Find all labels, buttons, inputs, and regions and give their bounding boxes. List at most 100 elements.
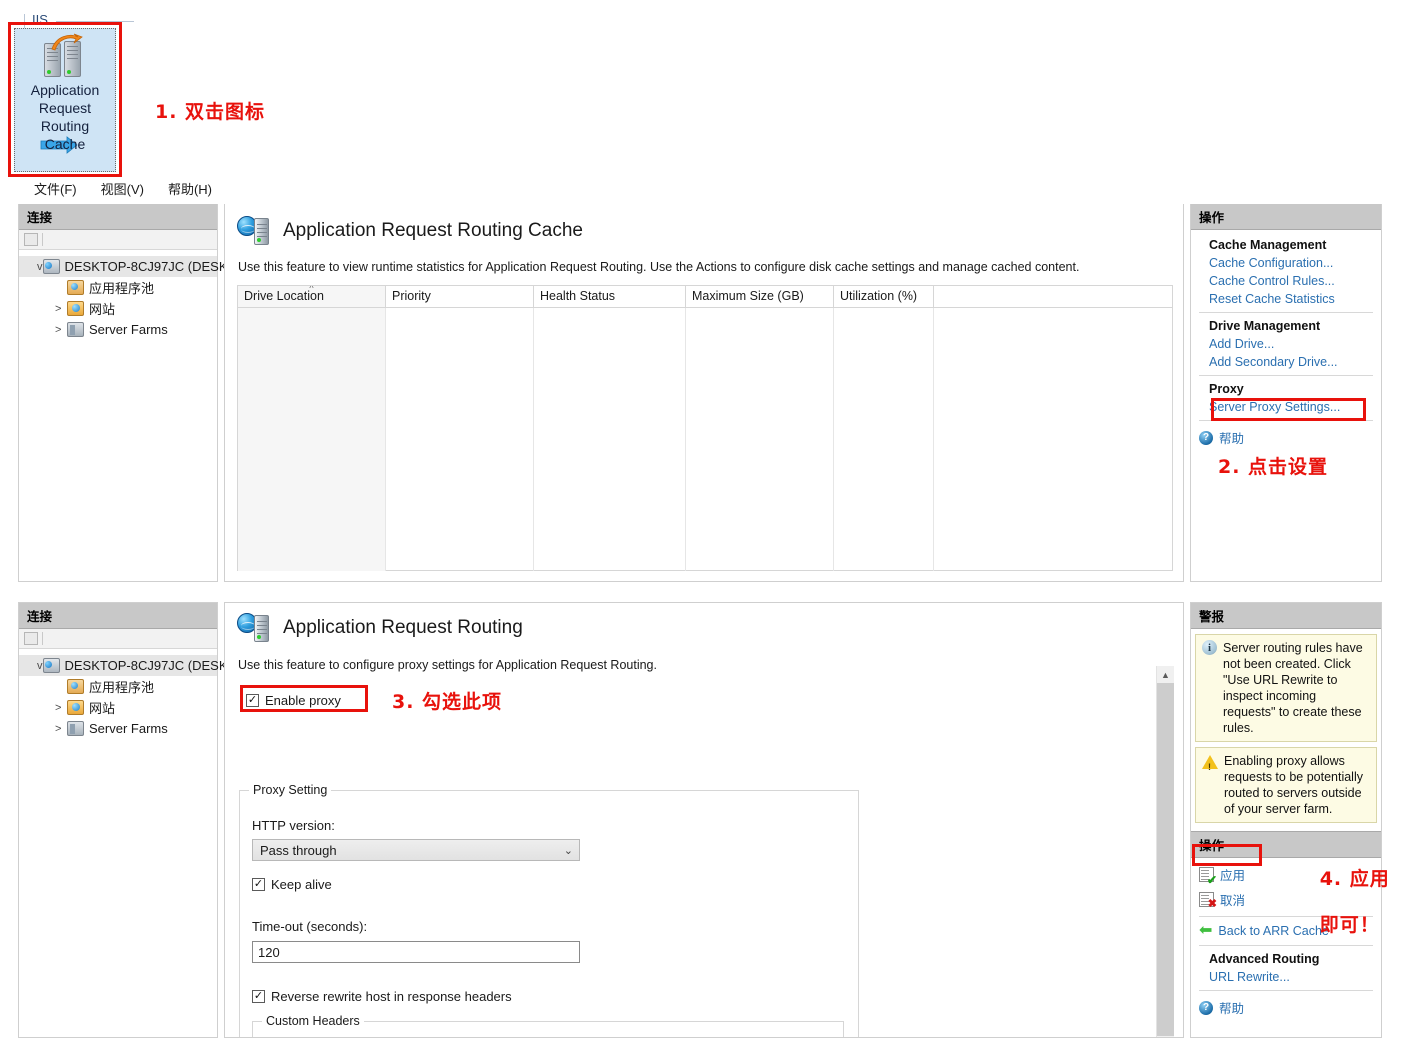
toolbar-separator bbox=[42, 632, 43, 645]
action-help-label-2[interactable]: 帮助 bbox=[1219, 996, 1244, 1019]
action-add-secondary-drive[interactable]: Add Secondary Drive... bbox=[1191, 353, 1381, 371]
annotation-step1: 1. 双击图标 bbox=[155, 101, 266, 123]
tile-line-2: Routing bbox=[40, 118, 90, 134]
action-cancel-label[interactable]: 取消 bbox=[1220, 888, 1245, 911]
reverse-rewrite-checkbox[interactable]: ✓ Reverse rewrite host in response heade… bbox=[252, 989, 512, 1004]
chevron-right-icon[interactable]: > bbox=[55, 324, 67, 336]
tree-item-app-pools[interactable]: 应用程序池 bbox=[19, 676, 217, 697]
scroll-up-arrow-icon[interactable]: ▲ bbox=[1157, 666, 1174, 683]
tree-item-server-farms[interactable]: > Server Farms bbox=[19, 718, 217, 739]
keep-alive-label: Keep alive bbox=[271, 877, 332, 892]
cache-actions-pane: 操作 Cache Management Cache Configuration.… bbox=[1190, 204, 1382, 582]
screenshot-root: IIS Application Request Routing Cache 1.… bbox=[0, 0, 1406, 1038]
info-icon: i bbox=[1202, 640, 1217, 655]
server-icon bbox=[42, 259, 60, 274]
warning-icon bbox=[1202, 755, 1218, 775]
column-header-label: Priority bbox=[392, 289, 431, 303]
chevron-right-icon[interactable]: > bbox=[55, 702, 67, 714]
column-header-filler bbox=[934, 286, 1172, 307]
app-pool-icon bbox=[67, 280, 84, 295]
connections-pane-2: 连接 v DESKTOP-8CJ97JC (DESKT( 应用程序池 > 网站 … bbox=[18, 602, 240, 1038]
arr-feature-icon bbox=[237, 214, 271, 248]
http-version-select[interactable]: Pass through ⌄ bbox=[252, 839, 580, 861]
column-header-maximum-size[interactable]: Maximum Size (GB) bbox=[686, 286, 834, 307]
apply-icon bbox=[1199, 867, 1217, 886]
checkbox-box[interactable]: ✓ bbox=[246, 694, 259, 707]
chevron-down-icon[interactable]: v bbox=[37, 261, 43, 273]
grid-body-empty bbox=[238, 308, 1172, 571]
actions-divider bbox=[1199, 375, 1373, 376]
http-version-label: HTTP version: bbox=[252, 818, 335, 833]
timeout-label: Time-out (seconds): bbox=[252, 919, 368, 934]
checkbox-box[interactable]: ✓ bbox=[252, 990, 265, 1003]
cache-drive-grid[interactable]: ^ Drive Location Priority Health Status … bbox=[237, 285, 1173, 571]
actions-divider bbox=[1199, 312, 1373, 313]
keep-alive-checkbox[interactable]: ✓ Keep alive bbox=[252, 877, 332, 892]
action-cache-configuration[interactable]: Cache Configuration... bbox=[1191, 254, 1381, 272]
scrollbar-thumb[interactable] bbox=[1157, 683, 1174, 1036]
alert-warning: Enabling proxy allows requests to be pot… bbox=[1195, 747, 1377, 823]
toolbar-separator bbox=[42, 233, 43, 246]
chevron-down-icon[interactable]: ⌄ bbox=[564, 844, 573, 857]
tree-item-app-pools[interactable]: 应用程序池 bbox=[19, 277, 217, 298]
tree-item-label: 网站 bbox=[89, 302, 116, 317]
annotation-step4: 4. 应用 即可！ bbox=[1274, 845, 1390, 960]
action-url-rewrite[interactable]: URL Rewrite... bbox=[1191, 968, 1381, 986]
back-arrow-icon: ⬅ bbox=[1199, 922, 1213, 939]
grid-header-row[interactable]: ^ Drive Location Priority Health Status … bbox=[238, 286, 1172, 308]
menu-item-view[interactable]: 视图(V) bbox=[89, 179, 156, 198]
column-header-drive-location[interactable]: ^ Drive Location bbox=[238, 286, 386, 307]
connections-tree-2[interactable]: v DESKTOP-8CJ97JC (DESKT( 应用程序池 > 网站 > S… bbox=[19, 649, 240, 739]
checkbox-box[interactable]: ✓ bbox=[252, 878, 265, 891]
annotation-step4-line2: 即可！ bbox=[1319, 914, 1380, 936]
arr-cache-icon-tile[interactable]: Application Request Routing Cache bbox=[14, 28, 116, 172]
tree-item-desktop[interactable]: v DESKTOP-8CJ97JC (DESKT( bbox=[19, 655, 240, 676]
page-title-2: Application Request Routing bbox=[283, 617, 523, 638]
actions-pane-header: 操作 bbox=[1191, 204, 1381, 230]
action-reset-cache-statistics[interactable]: Reset Cache Statistics bbox=[1191, 290, 1381, 308]
action-help-label[interactable]: 帮助 bbox=[1219, 426, 1244, 449]
proxy-right-pane: 警报 i Server routing rules have not been … bbox=[1190, 602, 1382, 1038]
column-header-health-status[interactable]: Health Status bbox=[534, 286, 686, 307]
action-add-drive[interactable]: Add Drive... bbox=[1191, 335, 1381, 353]
timeout-input[interactable]: 120 bbox=[252, 941, 580, 963]
column-header-label: Health Status bbox=[540, 289, 616, 303]
tree-item-sites[interactable]: > 网站 bbox=[19, 697, 217, 718]
menu-item-file[interactable]: 文件(F) bbox=[22, 179, 89, 198]
column-header-label: Maximum Size (GB) bbox=[692, 289, 804, 303]
annotation-step2: 2. 点击设置 bbox=[1218, 456, 1329, 478]
enable-proxy-checkbox[interactable]: ✓ Enable proxy bbox=[246, 693, 341, 708]
connections-toolbar[interactable] bbox=[19, 230, 217, 250]
reverse-rewrite-label: Reverse rewrite host in response headers bbox=[271, 989, 512, 1004]
alert-info-text: Server routing rules have not been creat… bbox=[1223, 641, 1363, 735]
chevron-right-icon[interactable]: > bbox=[55, 303, 67, 315]
connections-pane-header: 连接 bbox=[19, 204, 217, 230]
connect-icon[interactable] bbox=[24, 632, 38, 645]
arr-feature-icon-2 bbox=[237, 611, 271, 645]
chevron-right-icon[interactable]: > bbox=[55, 723, 67, 735]
action-help-row-2[interactable]: ? 帮助 bbox=[1191, 995, 1381, 1020]
connections-toolbar-2[interactable] bbox=[19, 629, 217, 649]
sites-icon bbox=[67, 301, 84, 316]
annotation-step4-line1: 4. 应用 bbox=[1319, 868, 1390, 890]
tree-item-label: Server Farms bbox=[89, 721, 168, 736]
tree-item-server-farms[interactable]: > Server Farms bbox=[19, 319, 217, 340]
connections-tree[interactable]: v DESKTOP-8CJ97JC (DESKT( 应用程序池 > 网站 > S… bbox=[19, 250, 240, 340]
action-apply-label[interactable]: 应用 bbox=[1220, 863, 1245, 886]
chevron-down-icon[interactable]: v bbox=[37, 660, 43, 672]
tree-item-label: 网站 bbox=[89, 701, 116, 716]
column-header-utilization[interactable]: Utilization (%) bbox=[834, 286, 934, 307]
connections-pane-header-2: 连接 bbox=[19, 603, 217, 629]
action-server-proxy-settings[interactable]: Server Proxy Settings... bbox=[1191, 398, 1381, 416]
menu-item-help[interactable]: 帮助(H) bbox=[156, 179, 224, 198]
tree-item-desktop[interactable]: v DESKTOP-8CJ97JC (DESKT( bbox=[19, 256, 240, 277]
tree-item-sites[interactable]: > 网站 bbox=[19, 298, 217, 319]
action-cache-control-rules[interactable]: Cache Control Rules... bbox=[1191, 272, 1381, 290]
sites-icon bbox=[67, 700, 84, 715]
action-help-row[interactable]: ? 帮助 bbox=[1191, 425, 1381, 450]
proxy-setting-legend: Proxy Setting bbox=[249, 783, 332, 797]
connect-icon[interactable] bbox=[24, 233, 38, 246]
help-icon: ? bbox=[1199, 1000, 1213, 1015]
column-header-priority[interactable]: Priority bbox=[386, 286, 534, 307]
content-scrollbar[interactable]: ▲ bbox=[1156, 666, 1174, 1037]
